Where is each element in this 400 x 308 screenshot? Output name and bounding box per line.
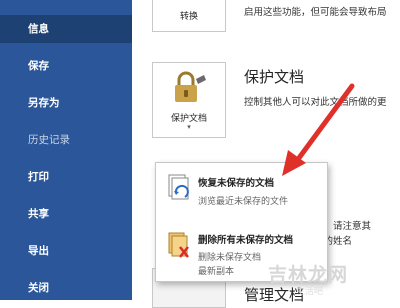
recover-unsaved-item[interactable]: 恢复未保存的文档 浏览最近未保存的文件 [156,167,327,215]
watermark-sub: 生活吧 [296,287,324,297]
protect-document-button[interactable]: 保护文档 ▾ [152,62,226,138]
lock-icon [175,71,206,102]
chevron-down-icon: ▾ [187,123,191,131]
delete-unsaved-description: 删除未保存文档 [198,253,262,263]
recover-unsaved-title: 恢复未保存的文档 [198,178,275,189]
manage-document-title: 管理文档 [244,286,305,304]
delete-documents-icon [168,232,189,258]
convert-button[interactable]: 转换 [152,0,226,32]
delete-unsaved-description-2: 最新副本 [198,267,235,277]
sidebar-item-save-as[interactable]: 另存为 [0,89,132,117]
sidebar-item-share[interactable]: 共享 [0,200,132,228]
sidebar: 信息 保存 另存为 历史记录 打印 共享 导出 关闭 [0,0,132,300]
delete-unsaved-title: 删除所有未保存的文档 [198,235,294,246]
convert-label: 转换 [179,12,198,22]
sidebar-item-history[interactable]: 历史记录 [0,126,132,154]
sidebar-item-export[interactable]: 导出 [0,237,132,265]
watermark: 吉林龙网 [268,264,349,286]
recover-unsaved-description: 浏览最近未保存的文件 [198,197,289,207]
protect-document-title: 保护文档 [244,68,305,86]
sidebar-item-close[interactable]: 关闭 [0,274,132,302]
sidebar-item-info[interactable]: 信息 [0,15,132,43]
recover-document-icon [168,174,189,200]
sidebar-item-save[interactable]: 保存 [0,52,132,80]
protect-document-description: 控制其他人可以对此文档所做的更 [244,97,387,108]
sidebar-item-print[interactable]: 打印 [0,163,132,191]
convert-description: 启用这些功能，但可能会导致布局 [244,7,387,18]
